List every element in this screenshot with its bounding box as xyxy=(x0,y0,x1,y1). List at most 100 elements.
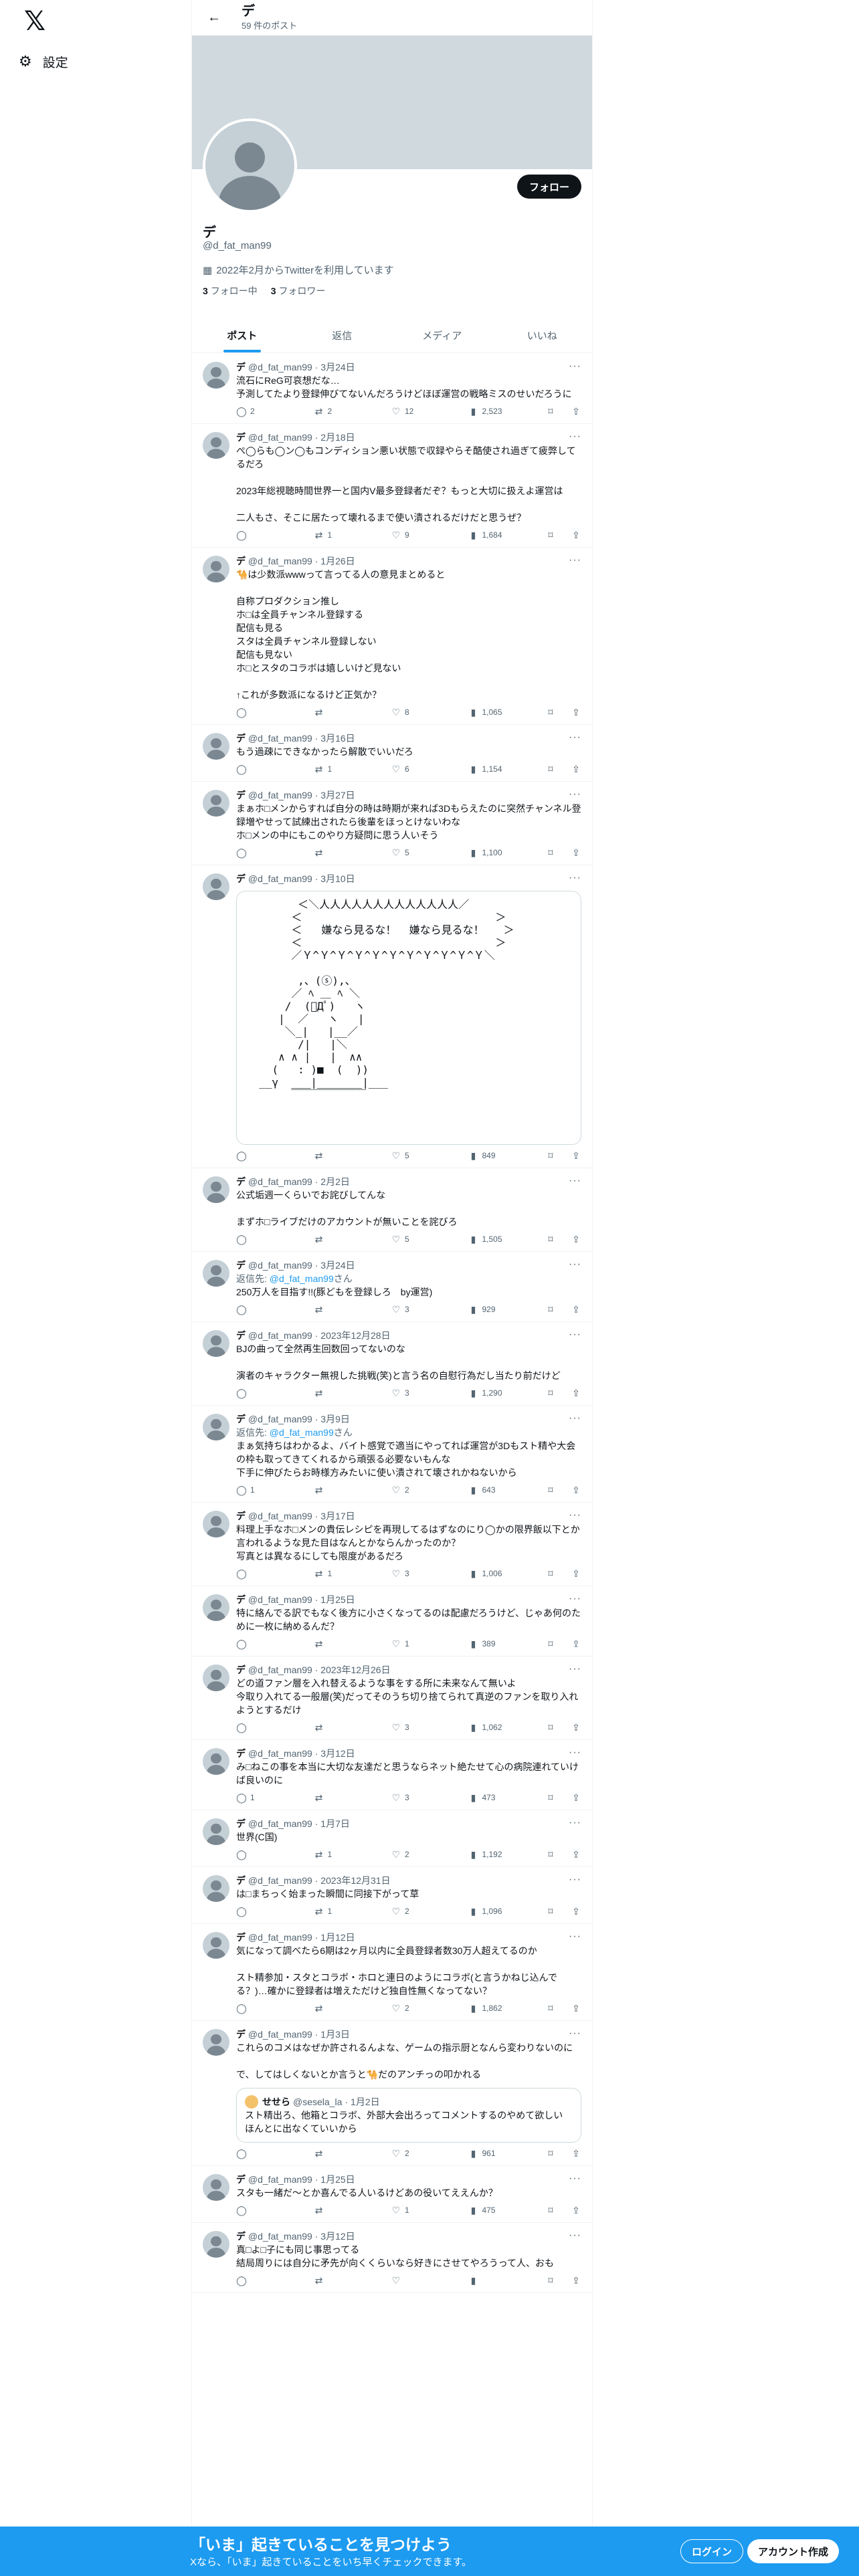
more-icon[interactable]: ··· xyxy=(569,2173,581,2185)
tweet-date[interactable]: 2023年12月31日 xyxy=(320,1875,390,1886)
tweet-date[interactable]: 1月12日 xyxy=(320,1932,355,1943)
views-button[interactable]: ▮ xyxy=(468,2275,508,2286)
tweet-date[interactable]: 2023年12月28日 xyxy=(320,1330,390,1341)
like-button[interactable]: ♡ 5 xyxy=(391,1234,431,1245)
more-icon[interactable]: ··· xyxy=(569,788,581,800)
tweet-date[interactable]: 3月12日 xyxy=(320,1748,355,1759)
like-button[interactable]: ♡ xyxy=(391,2275,431,2286)
tweet-author[interactable]: デ xyxy=(236,1330,246,1341)
bookmark-icon[interactable]: ⌑ xyxy=(545,1388,556,1399)
reply-to-link[interactable]: @d_fat_man99 xyxy=(270,1273,334,1284)
views-button[interactable]: ▮ 961 xyxy=(468,2148,508,2159)
tweet-date[interactable]: 2023年12月26日 xyxy=(320,1665,390,1675)
like-button[interactable]: ♡ 2 xyxy=(391,1485,431,1496)
views-button[interactable]: ▮ 1,006 xyxy=(468,1568,508,1580)
tweet-author[interactable]: デ xyxy=(236,2029,246,2040)
more-icon[interactable]: ··· xyxy=(569,872,581,884)
tweet-handle[interactable]: @d_fat_man99 xyxy=(248,1748,312,1759)
tweet-date[interactable]: 3月9日 xyxy=(320,1414,350,1424)
more-icon[interactable]: ··· xyxy=(569,1412,581,1424)
like-button[interactable]: ♡ 3 xyxy=(391,1792,431,1804)
tab-posts[interactable]: ポスト xyxy=(192,318,292,352)
tweet[interactable]: ··· デ @d_fat_man99 · 2023年12月31日 は□まちっく始まっ… xyxy=(192,1867,592,1924)
tweet-avatar[interactable] xyxy=(203,1748,229,1775)
like-button[interactable]: ♡ 5 xyxy=(391,847,431,859)
retweet-button[interactable]: ⇄ xyxy=(314,1388,354,1399)
share-icon[interactable]: ⇪ xyxy=(571,707,581,718)
tweet-avatar[interactable] xyxy=(203,2231,229,2258)
tweet-author[interactable]: デ xyxy=(236,432,246,443)
tweet[interactable]: ··· デ @d_fat_man99 · 2023年12月26日 どの道ファン層を入… xyxy=(192,1656,592,1740)
tweet-handle[interactable]: @d_fat_man99 xyxy=(248,2029,312,2040)
reply-button[interactable]: ◯ 1 xyxy=(236,1485,276,1496)
retweet-button[interactable]: ⇄ xyxy=(314,2275,354,2286)
like-button[interactable]: ♡ 6 xyxy=(391,764,431,775)
tweet[interactable]: ··· デ @d_fat_man99 · 1月12日 気になって調べたら6期は2ヶ月… xyxy=(192,1924,592,2021)
tweet-image[interactable]: ＜＼人人人人人人人人人人人人人／ ＜ ＞ ＜ 嫌なら見るな！ 嫌なら見るな！ ＞… xyxy=(236,891,581,1145)
tweet[interactable]: ··· デ @d_fat_man99 · 3月16日 もう過疎にできなかったら解散で… xyxy=(192,725,592,782)
tweet-avatar[interactable] xyxy=(203,1176,229,1203)
more-icon[interactable]: ··· xyxy=(569,1509,581,1521)
tweet-handle[interactable]: @d_fat_man99 xyxy=(248,362,312,372)
tweet-handle[interactable]: @d_fat_man99 xyxy=(248,556,312,566)
share-icon[interactable]: ⇪ xyxy=(571,847,581,859)
tweet-author[interactable]: デ xyxy=(236,1932,246,1943)
views-button[interactable]: ▮ 389 xyxy=(468,1638,508,1650)
tweet-author[interactable]: デ xyxy=(236,1260,246,1271)
tweet[interactable]: ··· デ @d_fat_man99 · 3月27日 まぁホ□メンからすれば自分の時… xyxy=(192,782,592,865)
tweet-handle[interactable]: @d_fat_man99 xyxy=(248,1875,312,1886)
bookmark-icon[interactable]: ⌑ xyxy=(545,707,556,718)
tweet-avatar[interactable] xyxy=(203,1594,229,1621)
tweet[interactable]: ··· デ @d_fat_man99 · 2月18日 ぺ◯らも◯ン◯もコンディション… xyxy=(192,424,592,548)
tweet-date[interactable]: 1月3日 xyxy=(320,2029,350,2040)
tweet-author[interactable]: デ xyxy=(236,556,246,566)
reply-button[interactable]: ◯ xyxy=(236,530,276,541)
settings-link[interactable]: ⚙ 設定 xyxy=(19,47,68,76)
reply-button[interactable]: ◯ xyxy=(236,2205,276,2216)
share-icon[interactable]: ⇪ xyxy=(571,1234,581,1245)
tweet-author[interactable]: デ xyxy=(236,1818,246,1829)
tweet[interactable]: ··· デ @d_fat_man99 · 2月2日 公式垢週一くらいでお詫びしてんな… xyxy=(192,1168,592,1252)
bookmark-icon[interactable]: ⌑ xyxy=(545,1849,556,1860)
retweet-button[interactable]: ⇄ xyxy=(314,2148,354,2159)
views-button[interactable]: ▮ 475 xyxy=(468,2205,508,2216)
signup-button[interactable]: アカウント作成 xyxy=(747,2539,840,2563)
retweet-button[interactable]: ⇄ xyxy=(314,1304,354,1315)
retweet-button[interactable]: ⇄ 1 xyxy=(314,1906,354,1917)
views-button[interactable]: ▮ 473 xyxy=(468,1792,508,1804)
retweet-button[interactable]: ⇄ xyxy=(314,1485,354,1496)
tweet-date[interactable]: 1月25日 xyxy=(320,1594,355,1605)
like-button[interactable]: ♡ 9 xyxy=(391,530,431,541)
tweet-date[interactable]: 3月17日 xyxy=(320,1511,355,1521)
tab-media[interactable]: メディア xyxy=(392,318,492,352)
tweet-handle[interactable]: @d_fat_man99 xyxy=(248,1932,312,1943)
tweet-handle[interactable]: @d_fat_man99 xyxy=(248,2174,312,2185)
like-button[interactable]: ♡ 8 xyxy=(391,707,431,718)
tab-likes[interactable]: いいね xyxy=(492,318,593,352)
tweet-handle[interactable]: @d_fat_man99 xyxy=(248,1665,312,1675)
tweet-date[interactable]: 3月24日 xyxy=(320,362,355,372)
retweet-button[interactable]: ⇄ 1 xyxy=(314,530,354,541)
views-button[interactable]: ▮ 1,065 xyxy=(468,707,508,718)
tweet[interactable]: ··· デ @d_fat_man99 · 3月12日 み□ねこの事を本当に大切な友達… xyxy=(192,1740,592,1810)
more-icon[interactable]: ··· xyxy=(569,1663,581,1675)
views-button[interactable]: ▮ 1,290 xyxy=(468,1388,508,1399)
tweet-date[interactable]: 2月2日 xyxy=(320,1176,350,1187)
tweet-handle[interactable]: @d_fat_man99 xyxy=(248,1414,312,1424)
bookmark-icon[interactable]: ⌑ xyxy=(545,2205,556,2216)
tab-replies[interactable]: 返信 xyxy=(292,318,393,352)
bookmark-icon[interactable]: ⌑ xyxy=(545,1304,556,1315)
tweet[interactable]: ··· デ @d_fat_man99 · 1月25日 特に絡んでる訳でもなく後方に小… xyxy=(192,1586,592,1656)
like-button[interactable]: ♡ 12 xyxy=(391,406,431,417)
reply-button[interactable]: ◯ xyxy=(236,1849,276,1860)
retweet-button[interactable]: ⇄ xyxy=(314,1792,354,1804)
tweet-avatar[interactable] xyxy=(203,1414,229,1440)
like-button[interactable]: ♡ 3 xyxy=(391,1722,431,1733)
tweet[interactable]: ··· デ @d_fat_man99 · 1月7日 世界(C国) ◯ ⇄ 1 ♡ 2 ▮ 1,19… xyxy=(192,1810,592,1867)
reply-button[interactable]: ◯ xyxy=(236,847,276,859)
like-button[interactable]: ♡ 2 xyxy=(391,2003,431,2014)
share-icon[interactable]: ⇪ xyxy=(571,2148,581,2159)
like-button[interactable]: ♡ 5 xyxy=(391,1150,431,1162)
share-icon[interactable]: ⇪ xyxy=(571,1906,581,1917)
like-button[interactable]: ♡ 3 xyxy=(391,1388,431,1399)
